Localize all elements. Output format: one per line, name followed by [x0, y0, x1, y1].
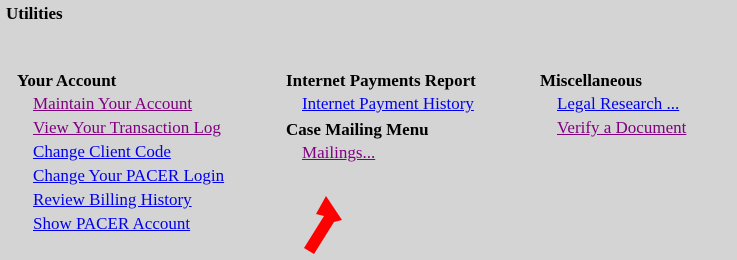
- payments-and-mailing-section: Internet Payments Report Internet Paymen…: [286, 70, 476, 165]
- red-arrow-icon: [304, 196, 342, 254]
- your-account-section: Your Account Maintain Your Account View …: [17, 70, 224, 236]
- change-pacer-login-link[interactable]: Change Your PACER Login: [33, 164, 224, 188]
- case-mailing-heading: Case Mailing Menu: [286, 120, 429, 139]
- view-transaction-log-link[interactable]: View Your Transaction Log: [33, 116, 224, 140]
- mailings-link[interactable]: Mailings...: [302, 141, 476, 165]
- review-billing-history-link[interactable]: Review Billing History: [33, 188, 224, 212]
- change-client-code-link[interactable]: Change Client Code: [33, 140, 224, 164]
- legal-research-link[interactable]: Legal Research ...: [557, 92, 686, 116]
- miscellaneous-heading: Miscellaneous: [540, 71, 642, 90]
- internet-payments-heading: Internet Payments Report: [286, 71, 476, 90]
- internet-payment-history-link[interactable]: Internet Payment History: [302, 92, 476, 116]
- miscellaneous-section: Miscellaneous Legal Research ... Verify …: [540, 70, 686, 140]
- maintain-account-link[interactable]: Maintain Your Account: [33, 92, 224, 116]
- verify-document-link[interactable]: Verify a Document: [557, 116, 686, 140]
- show-pacer-account-link[interactable]: Show PACER Account: [33, 212, 224, 236]
- utilities-panel: Utilities Your Account Maintain Your Acc…: [0, 0, 737, 260]
- page-title: Utilities: [6, 4, 63, 23]
- your-account-heading: Your Account: [17, 71, 117, 90]
